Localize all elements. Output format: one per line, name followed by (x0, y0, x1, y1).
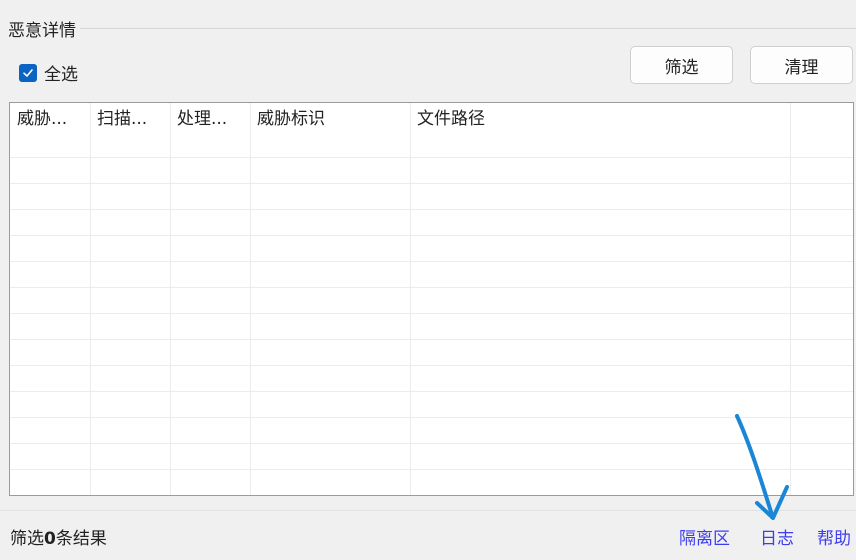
row-divider (10, 287, 853, 288)
filter-button[interactable]: 筛选 (630, 46, 733, 84)
status-prefix: 筛选 (10, 529, 44, 549)
status-count: 0 (44, 529, 56, 549)
row-divider (10, 235, 853, 236)
checkbox-checked-icon[interactable] (19, 63, 37, 82)
column-header-threat-type[interactable]: 威胁... (10, 103, 90, 133)
row-divider (10, 365, 853, 366)
column-header-action[interactable]: 处理... (170, 103, 250, 133)
row-divider (10, 495, 853, 496)
select-all-label: 全选 (44, 65, 78, 85)
help-link[interactable]: 帮助 (817, 524, 851, 549)
group-title: 恶意详情 (8, 16, 80, 41)
row-divider (10, 183, 853, 184)
column-divider (790, 103, 791, 495)
group-divider (78, 28, 856, 29)
quarantine-link[interactable]: 隔离区 (679, 524, 730, 549)
row-divider (10, 157, 853, 158)
row-divider (10, 417, 853, 418)
row-divider (10, 339, 853, 340)
filter-result-status: 筛选0条结果 (10, 524, 107, 549)
column-divider (90, 103, 91, 495)
column-divider (250, 103, 251, 495)
column-header-threat-id[interactable]: 威胁标识 (250, 103, 410, 133)
column-header-file-path[interactable]: 文件路径 (410, 103, 790, 133)
row-divider (10, 313, 853, 314)
status-suffix: 条结果 (55, 529, 107, 549)
row-divider (10, 261, 853, 262)
row-divider (10, 469, 853, 470)
clean-button[interactable]: 清理 (750, 46, 853, 84)
column-header-scan[interactable]: 扫描... (90, 103, 170, 133)
column-divider (170, 103, 171, 495)
log-link[interactable]: 日志 (760, 524, 794, 549)
table-header: 威胁... 扫描... 处理... 威胁标识 文件路径 (10, 103, 853, 133)
footer-divider (0, 510, 856, 511)
row-divider (10, 391, 853, 392)
threat-table[interactable]: 威胁... 扫描... 处理... 威胁标识 文件路径 (9, 102, 854, 496)
column-divider (410, 103, 411, 495)
select-all-checkbox[interactable]: 全选 (19, 60, 78, 85)
row-divider (10, 209, 853, 210)
row-divider (10, 443, 853, 444)
